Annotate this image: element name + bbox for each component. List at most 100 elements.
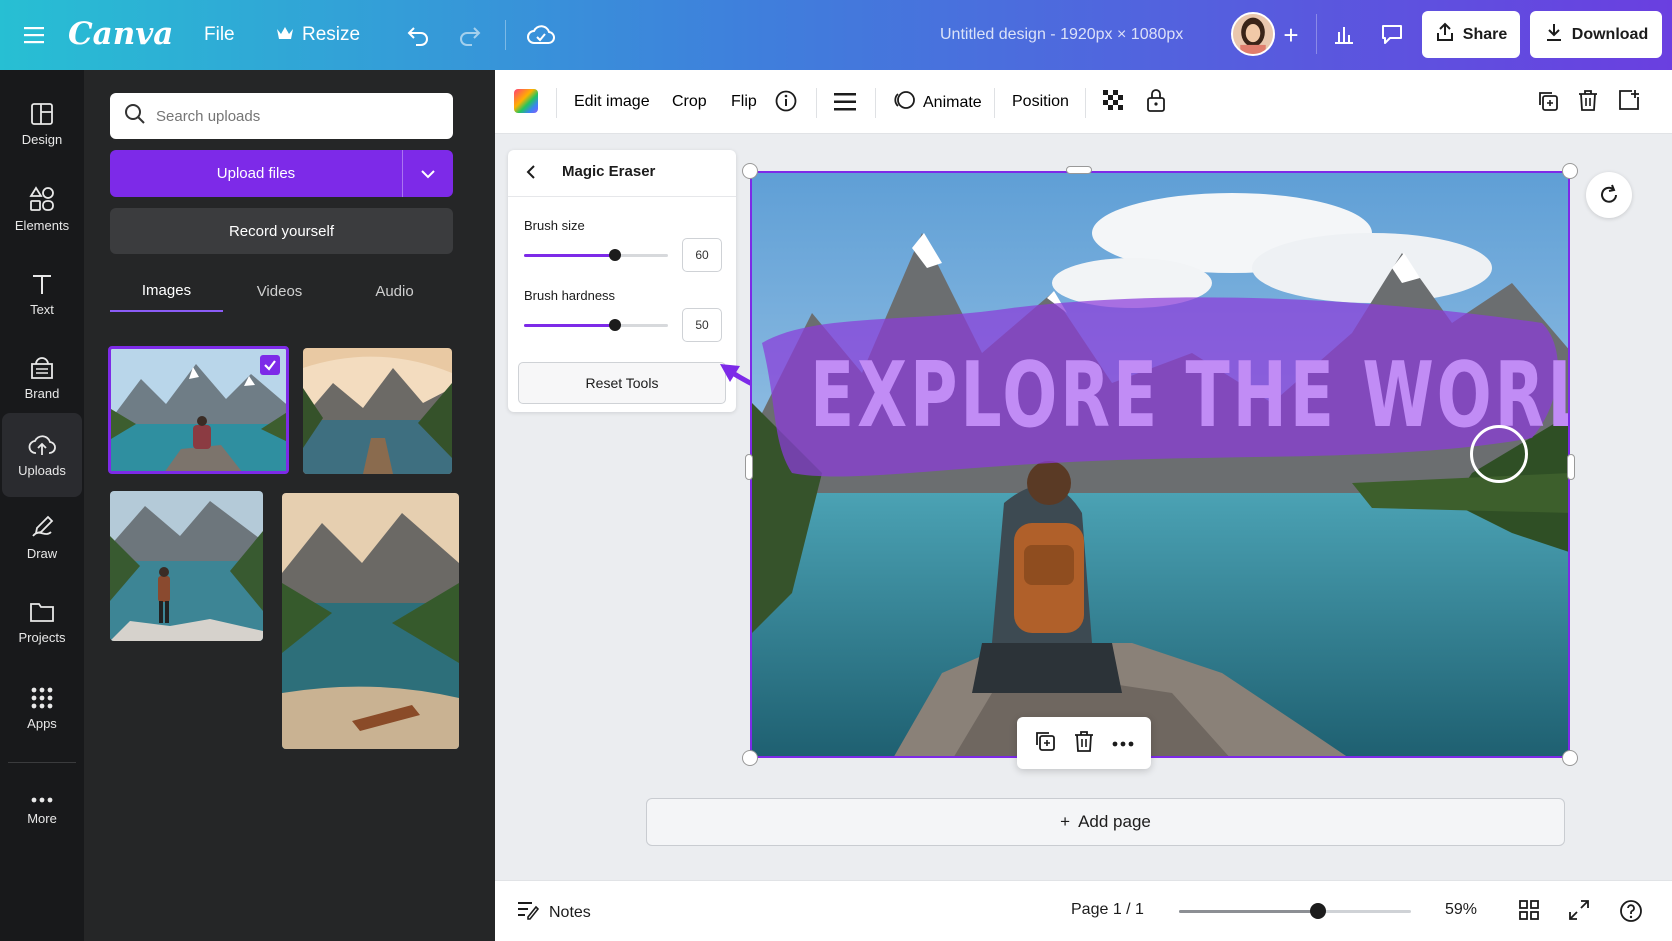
share-button[interactable]: Share <box>1422 11 1520 58</box>
sidebar-item-draw[interactable]: Draw <box>0 497 84 577</box>
upload-thumbnail[interactable] <box>108 346 289 474</box>
duplicate-icon[interactable] <box>1034 730 1056 757</box>
resize-handle[interactable] <box>745 454 753 480</box>
add-page-icon[interactable] <box>1618 89 1640 111</box>
slider-knob[interactable] <box>608 249 621 261</box>
menu-icon[interactable] <box>22 22 48 48</box>
more-options-icon[interactable] <box>1112 734 1134 752</box>
document-title[interactable]: Untitled design - 1920px × 1080px <box>940 20 1183 50</box>
chevron-down-icon[interactable] <box>403 150 453 197</box>
brush-size-label: Brush size <box>524 218 585 233</box>
back-arrow-icon[interactable] <box>524 164 538 185</box>
help-icon[interactable] <box>1619 899 1643 928</box>
lock-icon[interactable] <box>1145 88 1167 112</box>
resize-handle[interactable] <box>1066 166 1092 174</box>
search-input[interactable] <box>156 107 436 125</box>
brush-size-slider[interactable] <box>524 249 668 261</box>
design-page[interactable]: EXPLORE THE WORLD <box>750 171 1570 758</box>
sidebar-item-uploads[interactable]: Uploads <box>2 413 82 497</box>
trash-icon[interactable] <box>1578 89 1598 111</box>
sidebar-label: Text <box>30 301 54 317</box>
redo-icon[interactable] <box>456 20 484 50</box>
upload-thumbnail[interactable] <box>110 491 263 641</box>
slider-knob[interactable] <box>1310 903 1327 919</box>
purple-brush-stroke <box>762 297 1559 477</box>
upload-tabs: Images Videos Audio <box>110 270 453 312</box>
sidebar-item-brand[interactable]: Brand <box>0 338 84 418</box>
search-box[interactable] <box>110 93 453 139</box>
upload-thumbnail[interactable] <box>303 348 452 474</box>
sidebar-item-elements[interactable]: Elements <box>0 169 84 249</box>
add-page-button[interactable]: + Add page <box>646 798 1565 846</box>
sidebar-label: More <box>27 810 57 826</box>
brush-cursor <box>1470 425 1528 483</box>
color-swatch[interactable] <box>514 89 538 113</box>
position-button[interactable]: Position <box>1012 93 1069 111</box>
upload-thumbnail[interactable] <box>282 493 459 749</box>
brush-hardness-label: Brush hardness <box>524 288 616 303</box>
animate-button[interactable]: Animate <box>893 89 982 116</box>
reset-tools-button[interactable]: Reset Tools <box>518 362 726 404</box>
resize-handle[interactable] <box>1562 163 1578 179</box>
border-style-icon[interactable] <box>834 92 856 112</box>
cloud-saved-icon[interactable] <box>525 20 557 50</box>
notes-icon <box>517 900 540 925</box>
file-menu[interactable]: File <box>204 20 235 50</box>
upload-files-label[interactable]: Upload files <box>110 150 403 197</box>
sidebar-item-projects[interactable]: Projects <box>0 582 84 662</box>
notes-button[interactable]: Notes <box>517 900 591 925</box>
plus-icon: + <box>1060 812 1071 831</box>
resize-handle[interactable] <box>1562 750 1578 766</box>
undo-icon[interactable] <box>404 20 432 50</box>
resize-handle[interactable] <box>742 163 758 179</box>
apps-icon <box>31 687 53 708</box>
notes-label: Notes <box>549 903 591 921</box>
sidebar-label: Projects <box>18 629 66 645</box>
avatar[interactable] <box>1231 12 1275 56</box>
upload-files-button[interactable]: Upload files <box>110 150 453 197</box>
page-indicator[interactable]: Page 1 / 1 <box>1071 901 1144 919</box>
left-sidebar: Design Elements Text Brand Uploads Draw … <box>0 70 84 941</box>
comments-icon[interactable] <box>1374 18 1410 50</box>
brush-size-input[interactable]: 60 <box>682 238 722 272</box>
brush-hardness-input[interactable]: 50 <box>682 308 722 342</box>
resize-handle[interactable] <box>742 750 758 766</box>
flip-button[interactable]: Flip <box>731 93 757 111</box>
sidebar-label: Draw <box>26 545 58 561</box>
tab-images[interactable]: Images <box>110 270 223 312</box>
download-icon <box>1544 22 1564 47</box>
resize-handle[interactable] <box>1567 454 1575 480</box>
add-collaborator-icon[interactable]: + <box>1279 20 1303 50</box>
grid-view-icon[interactable] <box>1518 899 1540 926</box>
add-page-label: Add page <box>1078 812 1151 831</box>
insights-icon[interactable] <box>1328 18 1360 50</box>
fullscreen-icon[interactable] <box>1568 899 1590 926</box>
tab-videos[interactable]: Videos <box>223 270 336 312</box>
crop-button[interactable]: Crop <box>672 93 707 111</box>
resize-button[interactable]: Resize <box>276 20 360 50</box>
slider-knob[interactable] <box>608 319 621 331</box>
zoom-slider[interactable] <box>1179 903 1411 919</box>
info-icon[interactable] <box>775 90 797 112</box>
sidebar-item-text[interactable]: Text <box>0 254 84 334</box>
uploads-icon <box>28 434 56 455</box>
rotate-icon[interactable] <box>1586 172 1632 218</box>
sidebar-item-more[interactable]: More <box>0 770 84 850</box>
sidebar-item-apps[interactable]: Apps <box>0 668 84 748</box>
canva-logo[interactable]: Canva <box>68 14 173 54</box>
brush-hardness-slider[interactable] <box>524 319 668 331</box>
share-icon <box>1435 22 1455 47</box>
edit-image-button[interactable]: Edit image <box>574 93 650 111</box>
trash-icon[interactable] <box>1074 730 1094 757</box>
download-button[interactable]: Download <box>1530 11 1662 58</box>
more-icon <box>31 797 53 802</box>
headline-text[interactable]: EXPLORE THE WORLD <box>810 343 1568 448</box>
tab-audio[interactable]: Audio <box>336 270 453 312</box>
resize-label: Resize <box>302 24 361 45</box>
projects-icon <box>30 602 54 622</box>
zoom-level[interactable]: 59% <box>1445 901 1477 919</box>
transparency-icon[interactable] <box>1103 90 1125 112</box>
duplicate-icon[interactable] <box>1537 90 1559 112</box>
sidebar-item-design[interactable]: Design <box>0 84 84 164</box>
record-yourself-button[interactable]: Record yourself <box>110 208 453 254</box>
